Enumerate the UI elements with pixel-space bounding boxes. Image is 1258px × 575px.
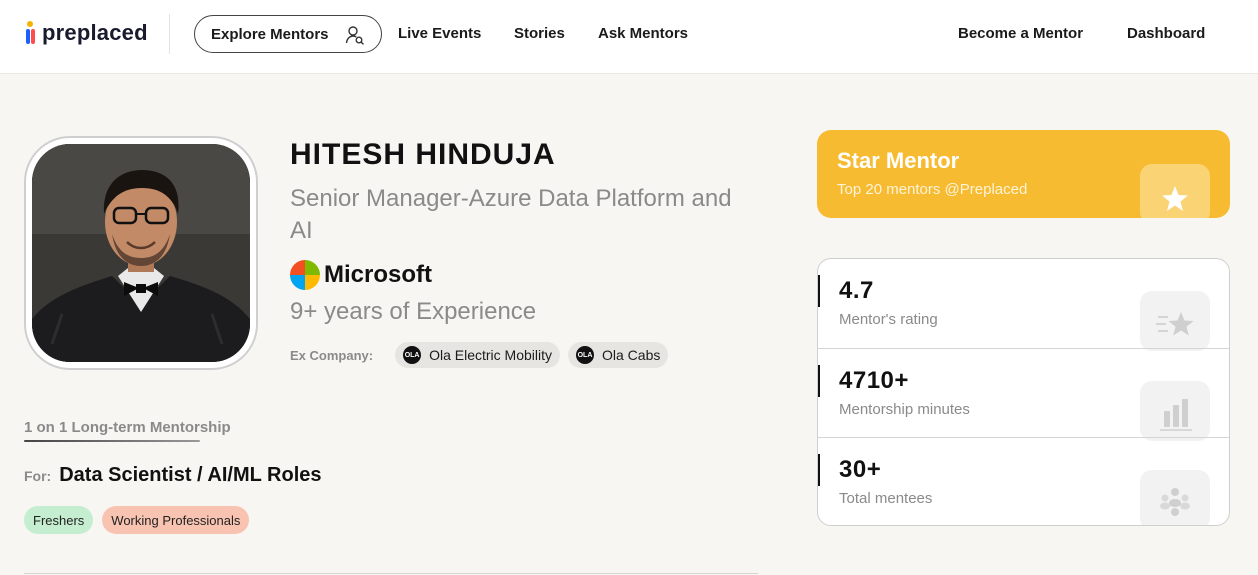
- nav-divider: [169, 14, 170, 54]
- ex-company-label: Ex Company:: [290, 347, 374, 363]
- current-company: Microsoft: [290, 260, 432, 290]
- stat-value: 4710+: [839, 367, 909, 394]
- top-nav-bar: preplaced Explore Mentors Live Events St…: [0, 0, 1258, 74]
- mentor-avatar: [32, 144, 250, 362]
- program-tab[interactable]: 1 on 1 Long-term Mentorship: [24, 419, 231, 436]
- company-name: Microsoft: [324, 261, 432, 288]
- ex-company-name: Ola Cabs: [602, 347, 661, 363]
- ex-company-name: Ola Electric Mobility: [429, 347, 552, 363]
- logo-mark-icon: [24, 21, 38, 45]
- section-divider: [24, 573, 758, 574]
- mentor-name: HITESH HINDUJA: [290, 138, 556, 171]
- stat-label: Total mentees: [839, 490, 933, 507]
- star-mentor-subtitle: Top 20 mentors @Preplaced: [837, 181, 1028, 198]
- nav-live-events[interactable]: Live Events: [398, 25, 481, 42]
- preplaced-logo[interactable]: preplaced: [24, 20, 148, 46]
- experience-text: 9+ years of Experience: [290, 298, 537, 325]
- user-search-icon: [345, 26, 364, 45]
- stat-value: 30+: [839, 456, 882, 483]
- target-role: Data Scientist / AI/ML Roles: [59, 464, 322, 486]
- stat-value: 4.7: [839, 277, 874, 304]
- stat-rating: 4.7 Mentor's rating: [818, 259, 1229, 351]
- star-icon: [1162, 186, 1188, 211]
- nav-become-mentor[interactable]: Become a Mentor: [958, 25, 1083, 42]
- mentor-stats-card: 4.7 Mentor's rating 4710+ Mentorship min…: [817, 258, 1230, 526]
- stat-label: Mentorship minutes: [839, 401, 970, 418]
- star-mentor-card: Star Mentor Top 20 mentors @Preplaced: [817, 130, 1230, 218]
- star-rating-icon: [1140, 291, 1210, 351]
- for-label: For:: [24, 468, 52, 484]
- ex-company-chip: OLA Ola Electric Mobility: [395, 342, 560, 368]
- people-icon: [1140, 470, 1210, 525]
- stat-minutes: 4710+ Mentorship minutes: [818, 348, 1229, 441]
- mentor-role: Senior Manager-Azure Data Platform and A…: [290, 185, 732, 244]
- bar-chart-icon: [1140, 381, 1210, 441]
- nav-dashboard[interactable]: Dashboard: [1127, 25, 1205, 42]
- explore-mentors-button[interactable]: Explore Mentors: [194, 15, 382, 53]
- star-badge: [1140, 164, 1210, 218]
- tag-working-professionals: Working Professionals: [102, 506, 250, 534]
- microsoft-logo-icon: [290, 260, 320, 290]
- stat-mentees: 30+ Total mentees: [818, 437, 1229, 525]
- ola-logo-icon: OLA: [403, 346, 422, 364]
- mentor-photo-frame: [24, 136, 258, 370]
- audience-tags: Freshers Working Professionals: [24, 506, 258, 534]
- ola-logo-icon: OLA: [576, 346, 594, 364]
- nav-stories[interactable]: Stories: [514, 25, 565, 42]
- tag-freshers: Freshers: [24, 506, 94, 534]
- ex-company-chip: OLA Ola Cabs: [568, 342, 669, 368]
- program-tab-underline: [24, 440, 200, 442]
- explore-mentors-label: Explore Mentors: [211, 25, 329, 43]
- logo-text: preplaced: [42, 20, 148, 45]
- stat-label: Mentor's rating: [839, 311, 938, 328]
- ex-company-row: Ex Company: OLA Ola Electric Mobility OL…: [290, 342, 676, 368]
- target-role-row: For: Data Scientist / AI/ML Roles: [24, 464, 322, 487]
- nav-ask-mentors[interactable]: Ask Mentors: [598, 25, 688, 42]
- star-mentor-title: Star Mentor: [837, 148, 960, 173]
